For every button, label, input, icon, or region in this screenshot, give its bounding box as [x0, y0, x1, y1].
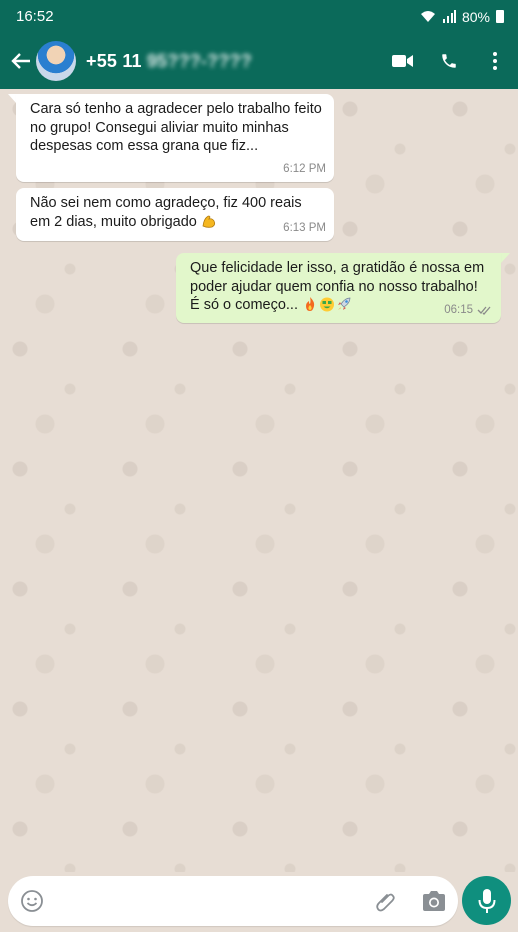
more-vertical-icon — [493, 52, 497, 70]
message-time: 6:12 PM — [283, 162, 326, 175]
chat-area[interactable]: Cara só tenho a agradecer pelo trabalho … — [0, 89, 518, 872]
avatar[interactable] — [36, 41, 76, 81]
message-outgoing[interactable]: Que felicidade ler isso, a gratidão é no… — [176, 253, 501, 323]
more-options-button[interactable] — [472, 33, 518, 89]
emoji-button[interactable] — [8, 876, 56, 926]
wifi-icon — [420, 11, 435, 22]
contact-name[interactable]: +55 11 95???-???? — [86, 51, 252, 72]
microphone-icon — [478, 888, 495, 913]
status-bar: 16:52 80% — [0, 0, 518, 33]
smiley-icon — [21, 890, 43, 912]
message-time: 06:15 — [444, 301, 493, 320]
flexed-biceps-icon — [202, 215, 215, 228]
header-actions — [380, 33, 518, 89]
camera-button[interactable] — [410, 876, 458, 926]
status-icons: 80% — [420, 9, 504, 25]
attach-button[interactable] — [362, 876, 410, 926]
message-text: Não sei nem como agradeço, fiz 400 reais… — [30, 195, 302, 230]
message-input[interactable] — [56, 891, 362, 911]
bubble-tail — [501, 253, 510, 263]
signal-icon — [442, 10, 456, 23]
rocket-icon — [338, 297, 351, 310]
arrow-left-icon — [11, 53, 30, 69]
voice-message-button[interactable] — [462, 876, 511, 925]
video-camera-icon — [392, 55, 413, 67]
message-incoming[interactable]: Não sei nem como agradeço, fiz 400 reais… — [16, 188, 334, 241]
paperclip-icon — [376, 893, 395, 912]
fire-icon — [306, 297, 315, 311]
voice-call-button[interactable] — [426, 33, 472, 89]
status-time: 16:52 — [16, 8, 54, 25]
double-check-icon — [477, 306, 491, 315]
video-call-button[interactable] — [380, 33, 426, 89]
message-time: 6:13 PM — [283, 221, 326, 234]
battery-icon — [496, 10, 504, 23]
contact-phone-visible: +55 11 — [86, 50, 142, 71]
chat-header: +55 11 95???-???? — [0, 33, 518, 89]
back-button[interactable] — [0, 33, 36, 89]
camera-icon — [423, 891, 445, 911]
message-incoming[interactable]: Cara só tenho a agradecer pelo trabalho … — [16, 94, 334, 182]
phone-icon — [442, 54, 456, 68]
message-text: Cara só tenho a agradecer pelo trabalho … — [30, 101, 322, 154]
message-composer — [8, 876, 458, 926]
battery-percent: 80% — [461, 8, 490, 25]
contact-phone-hidden: 95???-???? — [146, 50, 252, 71]
money-face-icon — [320, 297, 335, 312]
